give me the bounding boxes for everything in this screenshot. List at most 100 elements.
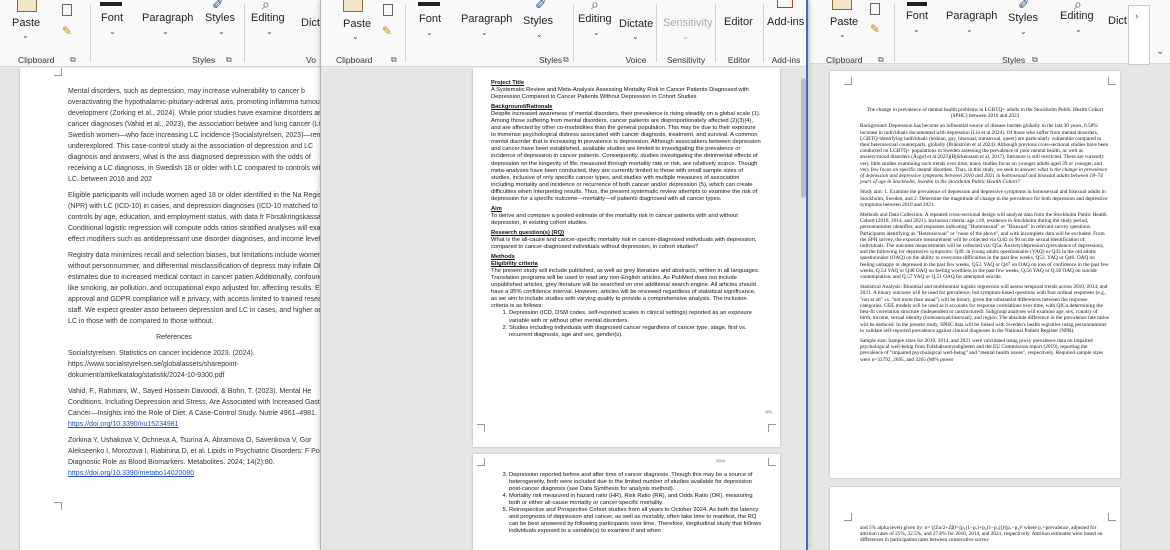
editing-icon[interactable]: ⌕ xyxy=(591,0,599,13)
copy-icon[interactable] xyxy=(870,3,880,15)
document-page[interactable]: Mental disorders, such as depression, ma… xyxy=(20,68,320,550)
paste-icon[interactable] xyxy=(343,0,363,12)
background-text[interactable]: Despite increased awareness of mental di… xyxy=(491,111,762,203)
doi-link[interactable]: https://doi.org/10.3390/metabo14020080 xyxy=(68,470,194,477)
paragraph-dropdown-icon[interactable]: ⌄ xyxy=(481,28,488,37)
sensitivity-button[interactable]: Sensitivity xyxy=(663,17,713,29)
background-paragraph[interactable]: Background: Depression has become an inf… xyxy=(860,123,1110,185)
sample-size-text[interactable]: Sample size: Sample sizes for 2010, 2014… xyxy=(860,338,1110,363)
document-page-2[interactable]: 2024 Depression reported before and afte… xyxy=(473,454,780,550)
paste-dropdown-icon[interactable]: ⌄ xyxy=(839,30,846,39)
aim-text[interactable]: To derive and compare a pooled estimate … xyxy=(491,213,762,227)
font-color-icon[interactable] xyxy=(907,2,927,6)
paste-icon[interactable] xyxy=(17,0,37,12)
styles-launcher-icon[interactable]: ⧉ xyxy=(1032,55,1038,65)
statistical-analysis-text[interactable]: Statistical Analysis: Binomial and multi… xyxy=(860,284,1110,334)
styles-dropdown-icon[interactable]: ⌄ xyxy=(536,30,543,39)
document-page-2[interactable]: and 5% alpha level) given by: n= ((Zα/2+… xyxy=(830,487,1120,550)
document-canvas[interactable]: Mental disorders, such as depression, ma… xyxy=(0,68,320,550)
paragraph-button[interactable]: Paragraph xyxy=(142,12,193,24)
sample-size-continued-text[interactable]: and 5% alpha level) given by: n= ((Zα/2+… xyxy=(860,525,1110,544)
styles-button[interactable]: Styles xyxy=(205,12,235,24)
paragraph-button[interactable]: Paragraph xyxy=(461,13,512,25)
editing-dropdown-icon[interactable]: ⌄ xyxy=(1075,25,1082,34)
clipboard-launcher-icon[interactable]: ⧉ xyxy=(878,55,884,65)
editing-button[interactable]: Editing xyxy=(578,13,612,25)
format-painter-icon[interactable]: ✎ xyxy=(382,24,392,38)
document-canvas[interactable]: Project Title A Systematic Review and Me… xyxy=(321,68,806,550)
paste-button[interactable]: Paste xyxy=(343,18,371,30)
list-item[interactable]: Retrospective and Prospective Cohort stu… xyxy=(509,507,762,535)
eligibility-text[interactable]: The present study will include published… xyxy=(491,268,762,310)
paragraph-button[interactable]: Paragraph xyxy=(946,10,997,22)
crop-mark xyxy=(844,77,852,85)
dictate-button[interactable]: Dictate xyxy=(619,18,653,30)
styles-icon[interactable]: ✐ xyxy=(535,0,547,13)
project-title-text[interactable]: A Systematic Review and Meta-Analysis As… xyxy=(491,87,762,101)
clipboard-group: Paste ⌄ ✎ Clipboard ⧉ xyxy=(0,0,90,67)
editing-dropdown-icon[interactable]: ⌄ xyxy=(266,27,273,36)
collapse-ribbon-icon[interactable]: ⌄ xyxy=(1156,46,1164,57)
paste-button[interactable]: Paste xyxy=(830,16,858,28)
crop-mark xyxy=(768,458,776,466)
clipboard-launcher-icon[interactable]: ⧉ xyxy=(70,55,76,65)
styles-dropdown-icon[interactable]: ⌄ xyxy=(218,27,225,36)
font-button[interactable]: Font xyxy=(419,13,441,25)
addins-button[interactable]: Add-ins xyxy=(767,16,804,28)
paragraph-dropdown-icon[interactable]: ⌄ xyxy=(966,25,973,34)
font-dropdown-icon[interactable]: ⌄ xyxy=(913,25,920,34)
styles-button[interactable]: Styles xyxy=(1008,12,1038,24)
styles-launcher-icon[interactable]: ⧉ xyxy=(226,55,232,65)
editor-button[interactable]: Editor xyxy=(724,16,753,28)
paragraph[interactable]: Registry data minimizes recall and selec… xyxy=(68,250,320,327)
dictate-button[interactable]: Dict xyxy=(301,17,320,29)
reference[interactable]: Vahid, F., Rahmani, W., Sayed Hossein Da… xyxy=(68,386,320,430)
vertical-scrollbar[interactable] xyxy=(801,78,806,198)
format-painter-icon[interactable]: ✎ xyxy=(870,22,880,36)
editing-button[interactable]: Editing xyxy=(251,12,285,24)
reference[interactable]: Zorkina Y, Ushakova V, Ochneva A, Tsurin… xyxy=(68,435,320,479)
paste-dropdown-icon[interactable]: ⌄ xyxy=(352,32,359,41)
ribbon-scroll-panel[interactable]: › xyxy=(1128,5,1150,65)
document-title[interactable]: The change in prevalence of mental healt… xyxy=(860,107,1110,119)
document-page-1[interactable]: The change in prevalence of mental healt… xyxy=(830,71,1120,478)
dictate-dropdown-icon[interactable]: ⌄ xyxy=(632,32,639,41)
font-button[interactable]: Font xyxy=(101,12,123,24)
styles-dropdown-icon[interactable]: ⌄ xyxy=(1020,27,1027,36)
paste-icon[interactable] xyxy=(832,0,852,10)
paragraph-dropdown-icon[interactable]: ⌄ xyxy=(162,27,169,36)
study-aim-text[interactable]: Study aim: 1. Examine the prevalence of … xyxy=(860,189,1110,208)
document-page-1[interactable]: Project Title A Systematic Review and Me… xyxy=(473,68,780,447)
document-canvas[interactable]: The change in prevalence of mental healt… xyxy=(810,65,1170,550)
paste-dropdown-icon[interactable]: ⌄ xyxy=(22,31,29,40)
styles-button[interactable]: Styles xyxy=(523,15,553,27)
editing-button[interactable]: Editing xyxy=(1060,10,1094,22)
font-dropdown-icon[interactable]: ⌄ xyxy=(109,27,116,36)
list-item[interactable]: Mortality risk measured in hazard ratio … xyxy=(509,493,762,507)
paragraph[interactable]: Eligible participants will include women… xyxy=(68,190,320,245)
addins-icon[interactable] xyxy=(777,0,793,8)
dictate-button[interactable]: Dict xyxy=(1108,15,1127,27)
editing-group: ⌕ Editing ⌄ xyxy=(246,0,290,67)
methods-text[interactable]: Methods and Data Collection: A repeated … xyxy=(860,212,1110,280)
research-question-text[interactable]: What is the all-cause and cancer-specifi… xyxy=(491,237,762,251)
paste-button[interactable]: Paste xyxy=(12,17,40,29)
doi-link[interactable]: https://doi.org/10.3390/nu15234981 xyxy=(68,421,179,428)
font-color-icon[interactable] xyxy=(418,2,440,6)
copy-icon[interactable] xyxy=(383,4,393,16)
list-item[interactable]: Depression reported before and after tim… xyxy=(509,472,762,493)
clipboard-launcher-icon[interactable]: ⧉ xyxy=(391,55,397,65)
ribbon-scroll-right-icon[interactable]: › xyxy=(1135,11,1138,22)
copy-icon[interactable] xyxy=(62,4,72,16)
paragraph[interactable]: Mental disorders, such as depression, ma… xyxy=(68,86,320,185)
list-item[interactable]: Studies including individuals with diagn… xyxy=(509,325,762,339)
font-color-icon[interactable] xyxy=(100,2,122,6)
editing-dropdown-icon[interactable]: ⌄ xyxy=(593,28,600,37)
sensitivity-dropdown-icon[interactable]: ⌄ xyxy=(682,32,689,41)
font-button[interactable]: Font xyxy=(906,10,928,22)
format-painter-icon[interactable]: ✎ xyxy=(62,24,72,38)
font-dropdown-icon[interactable]: ⌄ xyxy=(426,28,433,37)
list-item[interactable]: Depression (ICD, DSM codes, self-reporte… xyxy=(509,310,762,324)
reference[interactable]: Socialstyrelsen. Statistics on cancer in… xyxy=(68,348,320,381)
styles-launcher-icon[interactable]: ⧉ xyxy=(563,55,569,65)
